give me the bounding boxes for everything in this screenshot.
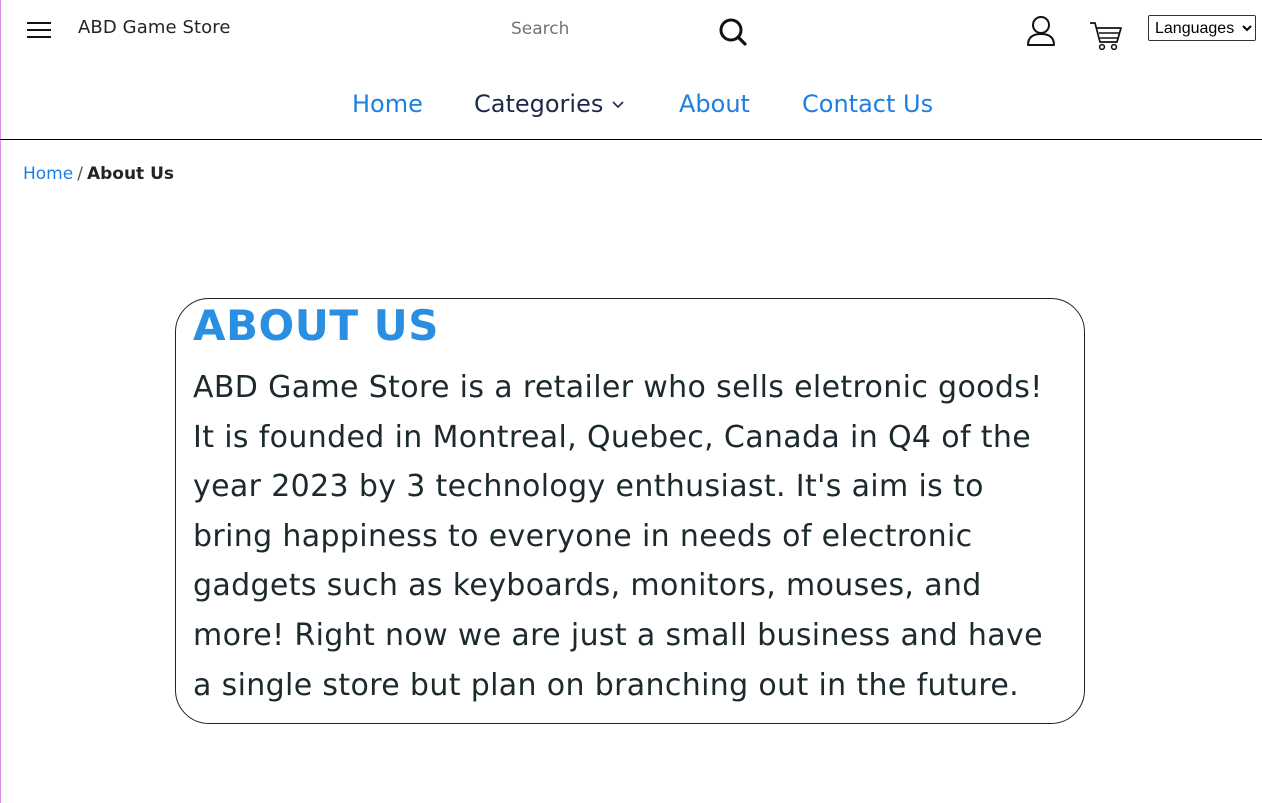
search-icon[interactable] xyxy=(717,16,749,48)
nav-about-link[interactable]: About xyxy=(679,90,750,118)
nav-contact-link[interactable]: Contact Us xyxy=(802,90,933,118)
breadcrumb-home-link[interactable]: Home xyxy=(23,164,73,184)
shopping-cart-icon[interactable] xyxy=(1088,18,1124,54)
hamburger-line xyxy=(27,22,51,24)
top-header: ABD Game Store Languages xyxy=(0,0,1262,62)
chevron-down-icon xyxy=(612,101,624,109)
nav-categories-label: Categories xyxy=(474,90,604,118)
hamburger-line xyxy=(27,36,51,38)
header-divider xyxy=(0,139,1262,140)
about-title: ABOUT US xyxy=(193,301,439,350)
search-input[interactable] xyxy=(500,15,711,43)
about-us-card: ABOUT US ABD Game Store is a retailer wh… xyxy=(175,298,1085,724)
nav-categories-dropdown[interactable]: Categories xyxy=(474,90,625,118)
nav-home-link[interactable]: Home xyxy=(352,90,423,118)
main-navigation: Home Categories About Contact Us xyxy=(0,86,1262,126)
about-description: ABD Game Store is a retailer who sells e… xyxy=(193,370,1043,703)
breadcrumb-separator: / xyxy=(77,164,83,184)
brand-link[interactable]: ABD Game Store xyxy=(78,17,231,38)
hamburger-line xyxy=(27,29,51,31)
breadcrumb-current: About Us xyxy=(86,164,175,184)
languages-select[interactable]: Languages xyxy=(1148,15,1256,41)
user-account-icon[interactable] xyxy=(1024,14,1058,48)
hamburger-menu-icon[interactable] xyxy=(27,20,52,40)
breadcrumb: Home / About Us xyxy=(23,164,174,184)
